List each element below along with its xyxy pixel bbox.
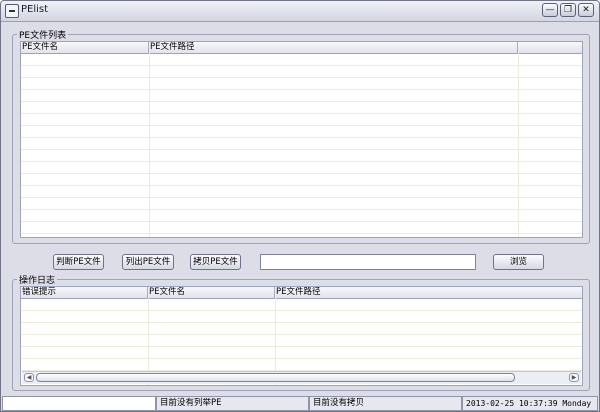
status-pane-list: 目前没有列举PE [156,396,309,411]
window-title: PElist [21,4,49,15]
log-group: 操作日志 错误提示 PE文件名 PE文件路径 ◀ ▶ [12,273,590,391]
status-pane-copy: 目前没有拷贝 [309,396,462,411]
system-menu-icon[interactable] [5,4,19,18]
column-header-empty [518,42,582,53]
scroll-left-icon[interactable]: ◀ [24,373,34,382]
file-list-group: PE文件列表 PE文件名 PE文件路径 [12,28,590,244]
column-header-pe-filename[interactable]: PE文件名 [21,42,149,53]
log-header: 错误提示 PE文件名 PE文件路径 [21,287,582,299]
title-bar[interactable]: PElist — ❐ ✕ [1,1,599,22]
scroll-right-icon[interactable]: ▶ [569,373,579,382]
status-pane-datetime: 2013-02-25 10:37:39 Monday [462,396,598,411]
file-list-group-label: PE文件列表 [17,28,69,41]
log-group-label: 操作日志 [17,273,58,286]
status-bar: 目前没有列举PE 目前没有拷贝 2013-02-25 10:37:39 Mond… [1,396,599,411]
judge-pe-button[interactable]: 判断PE文件 [53,254,104,270]
copy-pe-button[interactable]: 拷贝PE文件 [190,254,241,270]
restore-button[interactable]: ❐ [560,3,576,17]
file-list-header: PE文件名 PE文件路径 [21,42,582,54]
file-list-table[interactable]: PE文件名 PE文件路径 [20,41,583,238]
main-window: PElist — ❐ ✕ PE文件列表 PE文件名 PE文件路径 判断PE文件 … [0,0,600,412]
list-pe-button[interactable]: 列出PE文件 [122,254,174,270]
column-divider [149,53,150,237]
column-header-pe-filename[interactable]: PE文件名 [148,287,275,298]
log-table[interactable]: 错误提示 PE文件名 PE文件路径 ◀ ▶ [20,286,583,386]
column-header-error[interactable]: 错误提示 [21,287,148,298]
path-input[interactable] [260,254,476,270]
status-pane-empty [2,396,156,411]
column-header-pe-filepath[interactable]: PE文件路径 [275,287,582,298]
column-header-pe-filepath[interactable]: PE文件路径 [149,42,518,53]
browse-button[interactable]: 浏览 [493,254,544,270]
minimize-button[interactable]: — [542,3,558,17]
scroll-thumb[interactable] [36,373,515,382]
column-divider [518,53,519,237]
horizontal-scrollbar[interactable]: ◀ ▶ [22,371,581,384]
close-button[interactable]: ✕ [578,3,594,17]
